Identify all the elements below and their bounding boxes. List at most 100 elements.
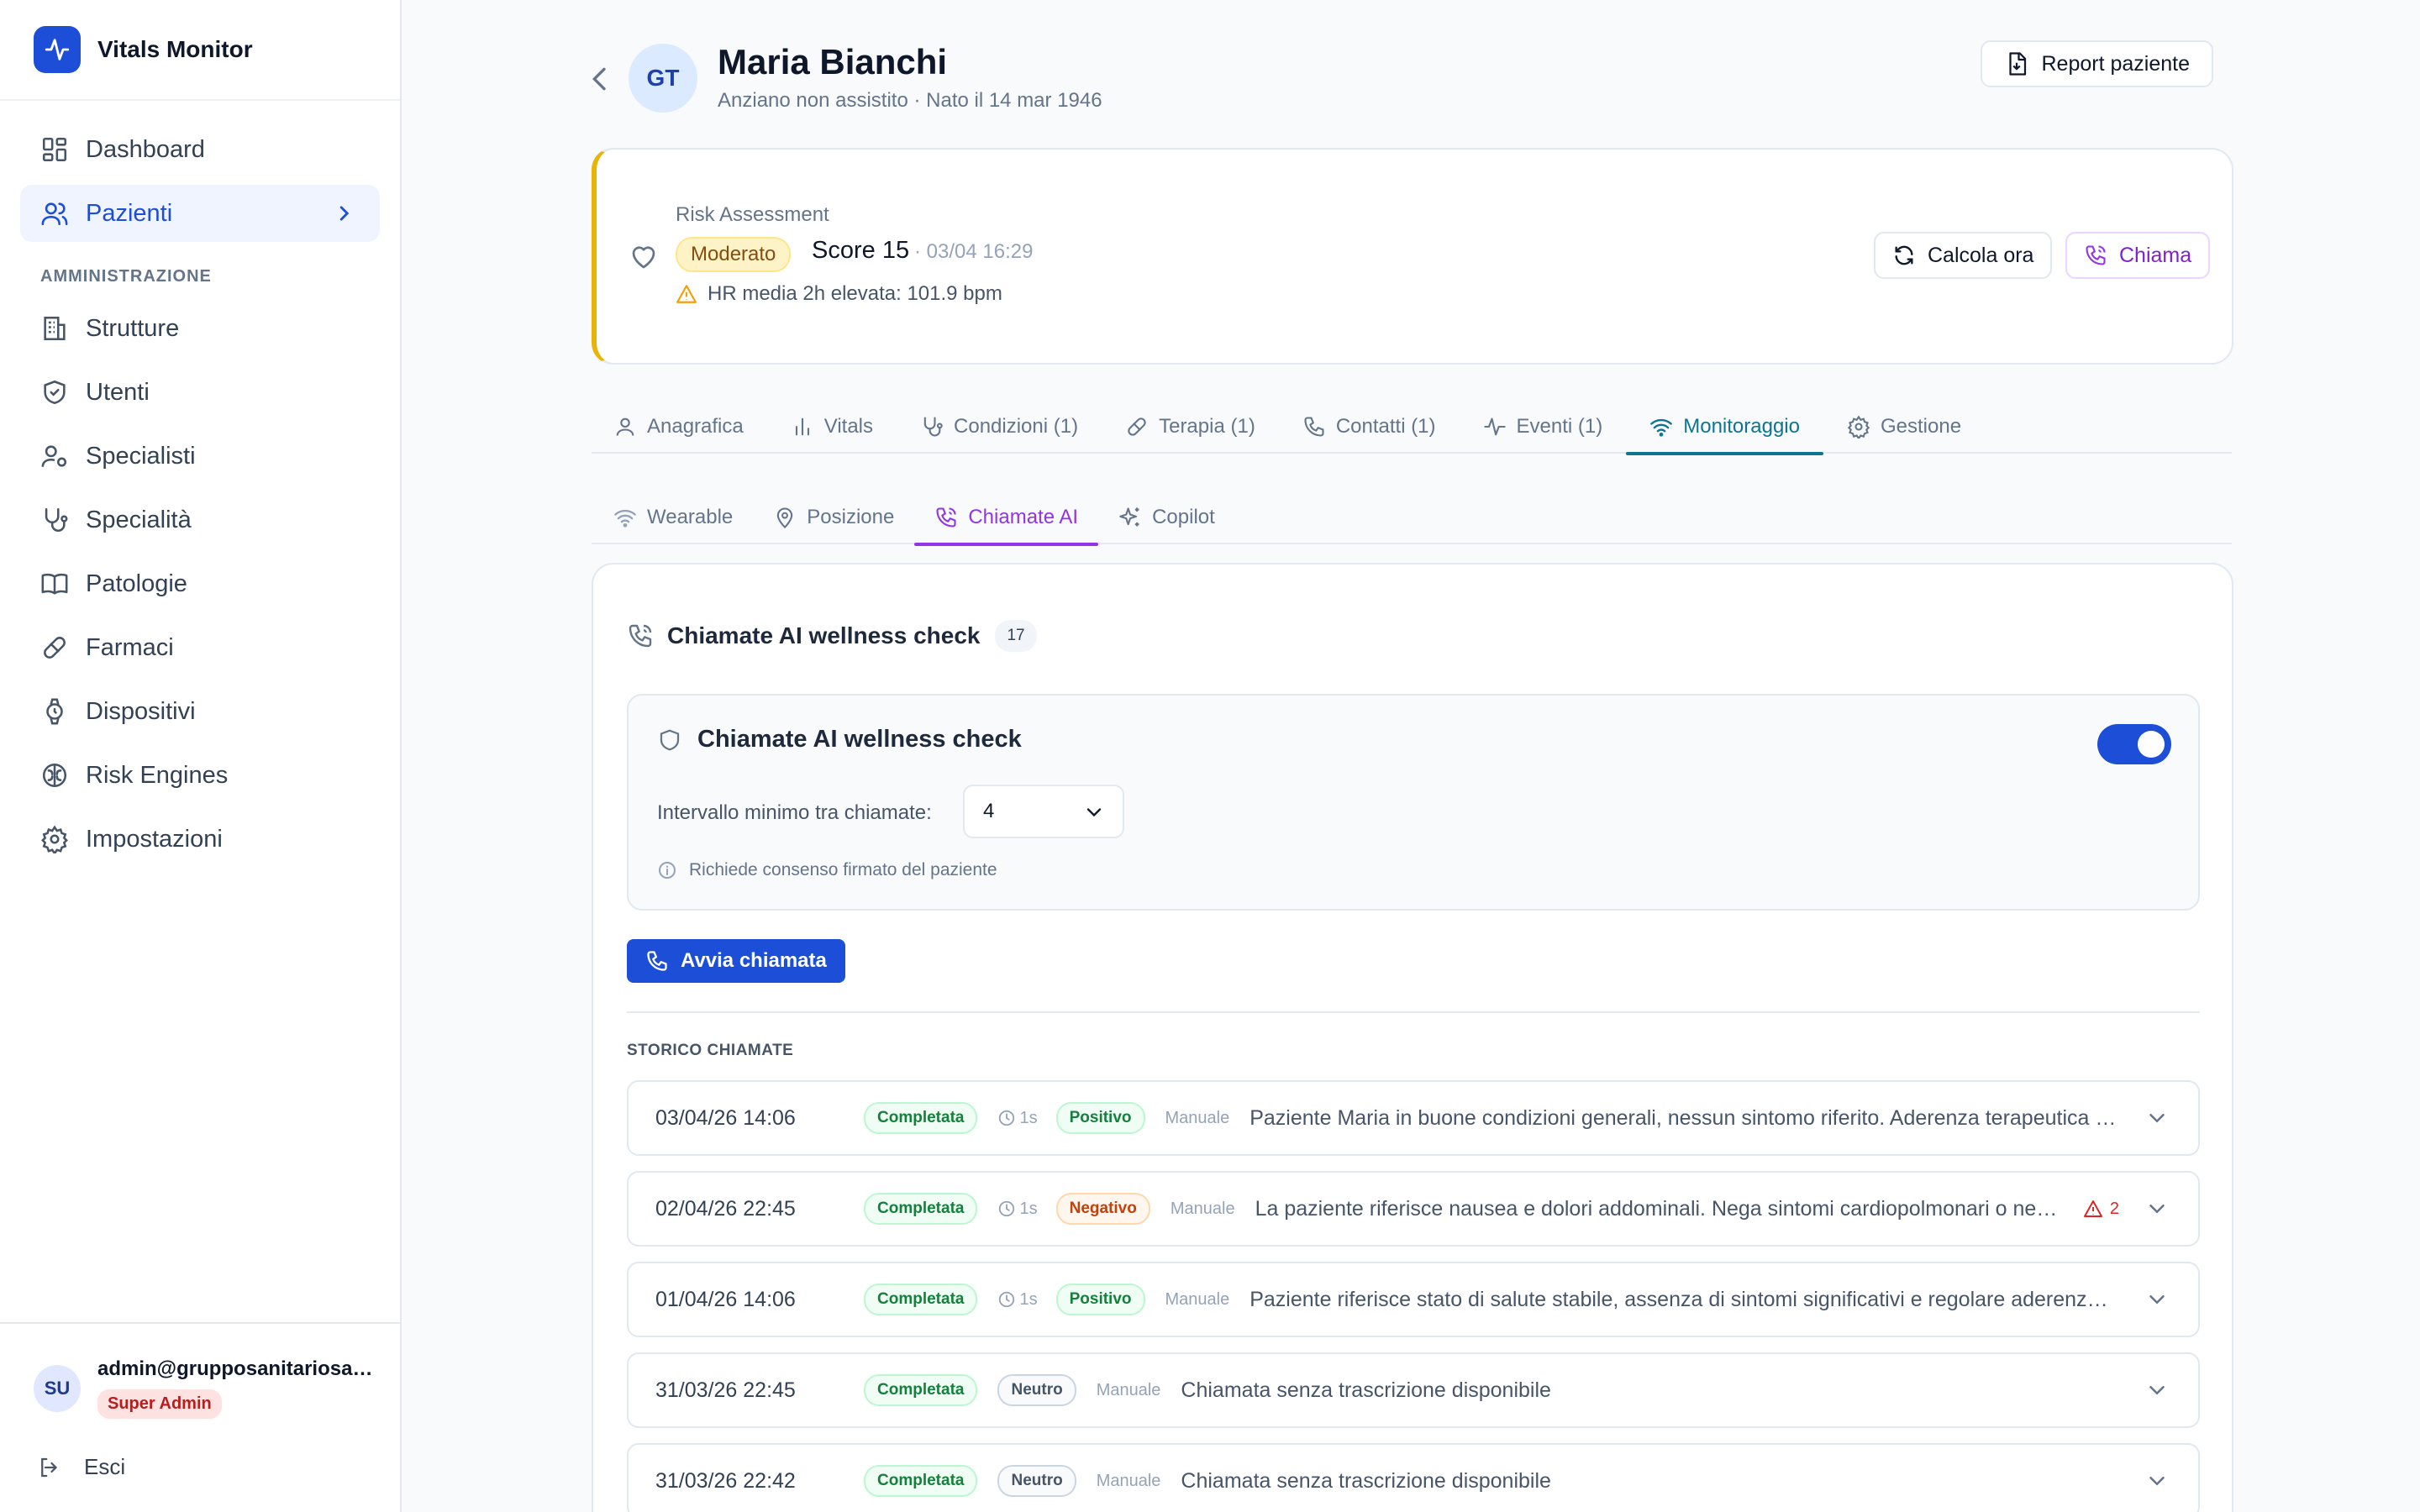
brain-icon: [42, 763, 67, 788]
book-icon: [41, 573, 68, 595]
interval-label: Intervallo minimo tra chiamate:: [657, 801, 932, 824]
wifi-icon: [1650, 418, 1673, 437]
call-mode: Manuale: [1096, 1471, 1161, 1490]
tab-condizioni[interactable]: Condizioni (1): [897, 400, 1102, 454]
sidebar: Vitals Monitor Dashboard Pazienti AMMINI…: [0, 0, 402, 1512]
user-email: admin@grupposanitariosal...: [97, 1357, 375, 1380]
tab-vitals[interactable]: Vitals: [767, 400, 897, 454]
risk-score: Score 15: [812, 237, 910, 264]
wellness-settings-box: Chiamate AI wellness check Intervallo mi…: [627, 694, 2200, 911]
role-badge: Super Admin: [97, 1389, 222, 1419]
risk-assessment-card: Risk Assessment Moderato Score 15 · 03/0…: [592, 148, 2233, 365]
patient-tabs: Anagrafica Vitals Condizioni (1) Terapia…: [592, 400, 2232, 455]
sentiment-badge: Neutro: [997, 1374, 1076, 1406]
sidebar-footer: SU admin@grupposanitariosal... Super Adm…: [0, 1322, 400, 1512]
alert-count: 2: [2083, 1199, 2119, 1219]
main-nav: Dashboard Pazienti AMMINISTRAZIONE Strut…: [0, 101, 400, 868]
chevron-down-icon[interactable]: [2144, 1287, 2170, 1312]
heart-icon[interactable]: [629, 242, 659, 272]
warning-icon: [676, 285, 697, 303]
chevron-down-icon: [1086, 808, 1102, 817]
sidebar-item-label: Dashboard: [86, 135, 205, 163]
call-date: 31/03/26 22:42: [655, 1468, 796, 1493]
sidebar-item-utenti[interactable]: Utenti: [20, 364, 380, 421]
pill-icon: [44, 637, 66, 659]
tab-terapia[interactable]: Terapia (1): [1102, 400, 1279, 454]
call-row[interactable]: 01/04/26 14:06 Completata 1s Positivo Ma…: [627, 1262, 2200, 1337]
tab-label: Terapia (1): [1159, 415, 1255, 438]
subtab-wearable[interactable]: Wearable: [592, 491, 753, 544]
building-icon: [44, 316, 66, 341]
report-button[interactable]: Report paziente: [1981, 40, 2213, 87]
interval-select[interactable]: 4: [963, 785, 1124, 838]
consent-note: Richiede consenso firmato del paziente: [657, 860, 997, 880]
avatar: SU: [34, 1364, 81, 1412]
tab-anagrafica[interactable]: Anagrafica: [592, 400, 767, 454]
sidebar-item-impostazioni[interactable]: Impostazioni: [20, 811, 380, 868]
sidebar-item-risk-engines[interactable]: Risk Engines: [20, 747, 380, 804]
tab-gestione[interactable]: Gestione: [1823, 400, 1985, 454]
risk-level-badge: Moderato: [676, 237, 792, 272]
chevron-down-icon[interactable]: [2144, 1378, 2170, 1403]
back-arrow-icon[interactable]: [583, 62, 617, 96]
logout-button[interactable]: Esci: [0, 1419, 400, 1480]
tab-monitoraggio[interactable]: Monitoraggio: [1626, 400, 1823, 455]
pulse-logo-icon: [34, 26, 81, 73]
sentiment-badge: Positivo: [1055, 1102, 1145, 1134]
chevron-down-icon[interactable]: [2144, 1105, 2170, 1131]
tab-contatti[interactable]: Contatti (1): [1279, 400, 1460, 454]
sidebar-item-label: Pazienti: [86, 199, 173, 227]
sidebar-item-strutture[interactable]: Strutture: [20, 300, 380, 357]
sidebar-item-dashboard[interactable]: Dashboard: [20, 121, 380, 178]
call-mode: Manuale: [1096, 1380, 1161, 1399]
start-call-button[interactable]: Avvia chiamata: [627, 939, 845, 983]
sidebar-item-specialisti[interactable]: Specialisti: [20, 428, 380, 485]
calculate-now-button[interactable]: Calcola ora: [1874, 232, 2053, 279]
sidebar-item-patologie[interactable]: Patologie: [20, 555, 380, 612]
status-badge: Completata: [864, 1284, 978, 1315]
call-duration: 1s: [997, 1289, 1038, 1310]
call-mode: Manuale: [1165, 1289, 1230, 1309]
call-row[interactable]: 31/03/26 22:42 Completata Neutro Manuale…: [627, 1443, 2200, 1512]
sidebar-item-label: Utenti: [86, 378, 150, 406]
status-badge: Completata: [864, 1374, 978, 1406]
call-button-label: Chiama: [2119, 243, 2192, 267]
sidebar-item-label: Dispositivi: [86, 697, 196, 725]
call-row[interactable]: 02/04/26 22:45 Completata 1s Negativo Ma…: [627, 1171, 2200, 1247]
chevron-down-icon[interactable]: [2144, 1196, 2170, 1221]
report-button-label: Report paziente: [2041, 51, 2190, 76]
clock-icon: [999, 1110, 1015, 1126]
sparkles-icon: [1119, 507, 1139, 527]
tab-eventi[interactable]: Eventi (1): [1460, 400, 1627, 454]
gear-icon: [41, 825, 68, 853]
call-row[interactable]: 03/04/26 14:06 Completata 1s Positivo Ma…: [627, 1080, 2200, 1156]
consent-note-text: Richiede consenso firmato del paziente: [689, 860, 997, 879]
call-row[interactable]: 31/03/26 22:45 Completata Neutro Manuale…: [627, 1352, 2200, 1428]
history-title: STORICO CHIAMATE: [627, 1042, 794, 1059]
call-date: 02/04/26 22:45: [655, 1196, 796, 1221]
sidebar-item-label: Farmaci: [86, 633, 174, 661]
subtab-posizione[interactable]: Posizione: [753, 491, 914, 544]
brand[interactable]: Vitals Monitor: [0, 0, 400, 101]
call-button[interactable]: Chiama: [2065, 232, 2211, 279]
sidebar-item-specialita[interactable]: Specialità: [20, 491, 380, 549]
sidebar-item-farmaci[interactable]: Farmaci: [20, 619, 380, 676]
duration-value: 1s: [1019, 1289, 1038, 1309]
call-summary: Chiamata senza trascrizione disponibile: [1181, 1468, 1551, 1493]
sidebar-item-pazienti[interactable]: Pazienti: [20, 185, 380, 242]
sidebar-item-dispositivi[interactable]: Dispositivi: [20, 683, 380, 740]
risk-timestamp: · 03/04 16:29: [914, 240, 1034, 263]
subtab-chiamate-ai[interactable]: Chiamate AI: [914, 491, 1098, 546]
phone-call-icon: [936, 507, 956, 528]
logout-label: Esci: [84, 1454, 126, 1479]
subtab-label: Wearable: [647, 506, 734, 528]
user-profile[interactable]: SU admin@grupposanitariosal... Super Adm…: [0, 1324, 400, 1419]
subtab-copilot[interactable]: Copilot: [1098, 491, 1235, 544]
dashboard-icon: [42, 137, 67, 162]
ai-calls-panel: Chiamate AI wellness check 17 Chiamate A…: [592, 563, 2233, 1512]
chevron-down-icon[interactable]: [2144, 1468, 2170, 1494]
settings-title-label: Chiamate AI wellness check: [697, 726, 1022, 753]
wellness-check-toggle[interactable]: [2097, 724, 2171, 764]
phone-icon: [647, 951, 667, 971]
warning-icon: [2083, 1200, 2102, 1217]
